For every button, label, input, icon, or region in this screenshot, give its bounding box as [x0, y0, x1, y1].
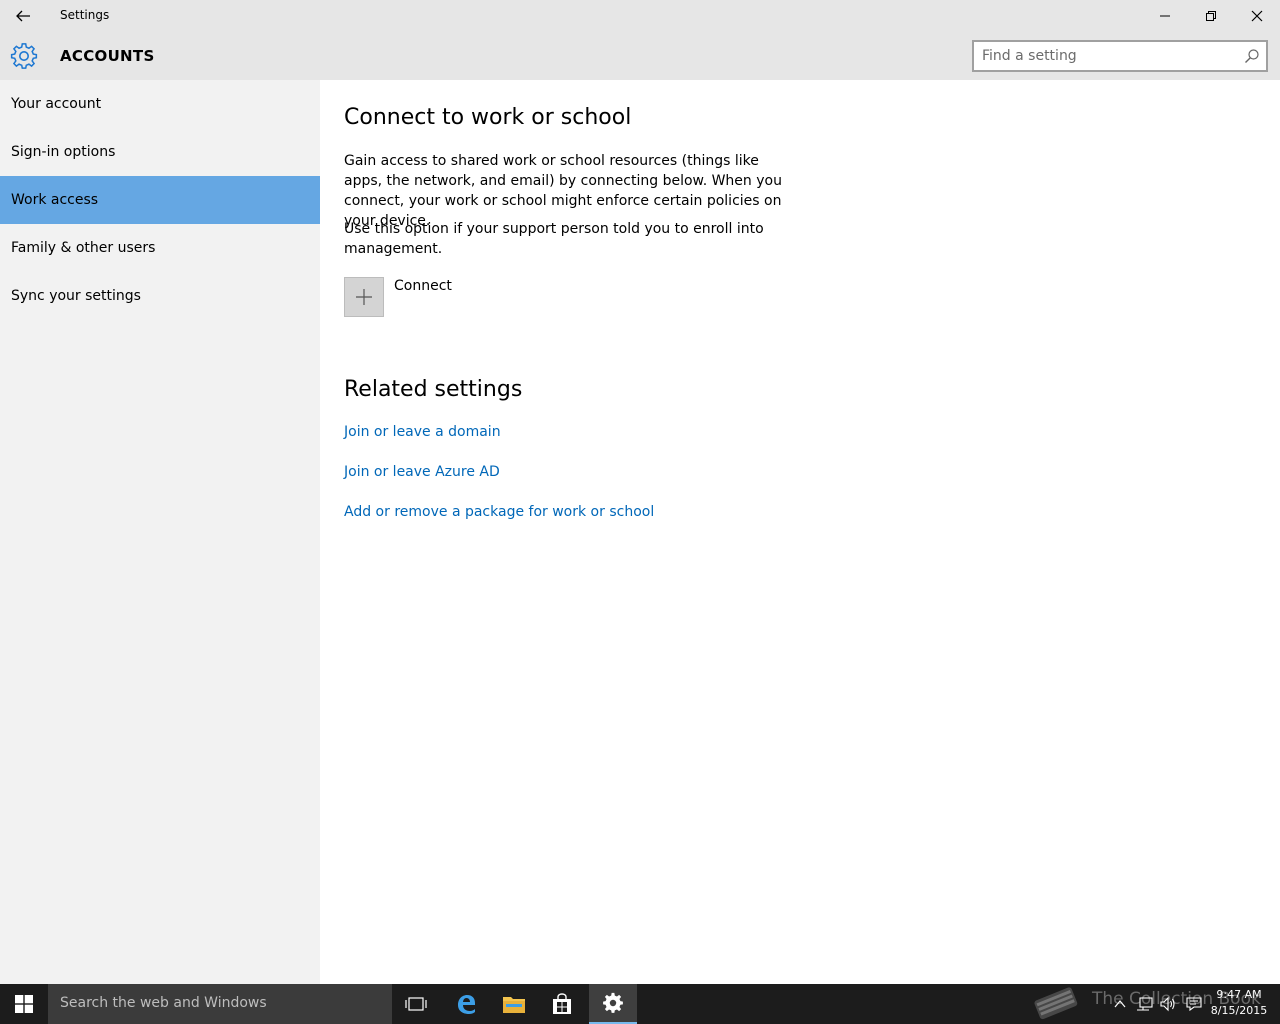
taskbar-search-placeholder: Search the web and Windows	[60, 995, 267, 1011]
join-leave-domain-link[interactable]: Join or leave a domain	[344, 424, 501, 440]
clock-time: 9:47 AM	[1216, 988, 1262, 1001]
gear-icon	[10, 43, 38, 69]
minimize-button[interactable]	[1142, 0, 1188, 32]
search-icon[interactable]	[1244, 48, 1260, 64]
settings-search-box[interactable]	[972, 40, 1268, 72]
clock-date: 8/15/2015	[1210, 1004, 1268, 1017]
page-header: ACCOUNTS	[0, 32, 1280, 80]
show-hidden-icons-button[interactable]	[1108, 984, 1132, 1024]
taskbar-clock[interactable]: 9:47 AM 8/15/2015	[1206, 987, 1272, 1019]
connect-button[interactable]	[344, 277, 384, 317]
task-view-icon	[405, 997, 427, 1011]
folder-icon	[503, 997, 525, 1013]
enroll-note-text: Use this option if your support person t…	[344, 221, 764, 257]
taskbar-search-box[interactable]: Search the web and Windows	[48, 984, 392, 1024]
main-content: Connect to work or school Gain access to…	[320, 80, 1280, 984]
network-icon	[1137, 997, 1153, 1011]
sidebar-item-work-access[interactable]: Work access	[0, 176, 320, 224]
restore-icon	[1206, 11, 1216, 21]
plus-icon	[356, 289, 372, 305]
close-icon	[1251, 10, 1263, 22]
settings-search-input[interactable]	[982, 46, 1232, 66]
minimize-icon	[1160, 15, 1170, 17]
settings-gear-icon	[603, 992, 623, 1013]
speaker-icon	[1160, 996, 1175, 1012]
settings-taskbar-button[interactable]	[589, 984, 637, 1024]
sidebar-item-sync-settings[interactable]: Sync your settings	[0, 272, 320, 320]
store-bag-icon	[553, 993, 571, 1014]
start-button[interactable]	[0, 984, 48, 1024]
sidebar-item-sign-in-options[interactable]: Sign-in options	[0, 128, 320, 176]
restore-button[interactable]	[1188, 0, 1234, 32]
join-leave-azure-ad-link[interactable]: Join or leave Azure AD	[344, 464, 500, 480]
file-explorer-taskbar-button[interactable]	[490, 984, 538, 1024]
windows-logo-icon	[15, 995, 33, 1013]
sidebar-item-family-other-users[interactable]: Family & other users	[0, 224, 320, 272]
edge-browser-icon	[458, 995, 475, 1014]
task-view-button[interactable]	[392, 984, 440, 1024]
volume-tray-button[interactable]	[1156, 984, 1180, 1024]
chevron-up-icon	[1114, 1000, 1126, 1008]
sidebar-item-your-account[interactable]: Your account	[0, 80, 320, 128]
connect-label[interactable]: Connect	[394, 278, 452, 294]
network-tray-button[interactable]	[1132, 984, 1156, 1024]
title-bar: Settings	[0, 0, 1280, 32]
back-arrow-icon	[16, 10, 30, 22]
add-remove-package-link[interactable]: Add or remove a package for work or scho…	[344, 504, 654, 520]
close-button[interactable]	[1234, 0, 1280, 32]
taskbar: Search the web and Windows The Collectio…	[0, 984, 1280, 1024]
store-taskbar-button[interactable]	[538, 984, 586, 1024]
section-title: ACCOUNTS	[60, 47, 155, 65]
page-title: Connect to work or school	[344, 105, 632, 130]
edge-taskbar-button[interactable]	[442, 984, 490, 1024]
action-center-button[interactable]	[1182, 984, 1206, 1024]
related-settings-title: Related settings	[344, 377, 523, 402]
sidebar: Your account Sign-in options Work access…	[0, 80, 320, 984]
back-button[interactable]	[0, 0, 46, 32]
window-title: Settings	[60, 8, 110, 22]
notification-icon	[1186, 997, 1202, 1012]
